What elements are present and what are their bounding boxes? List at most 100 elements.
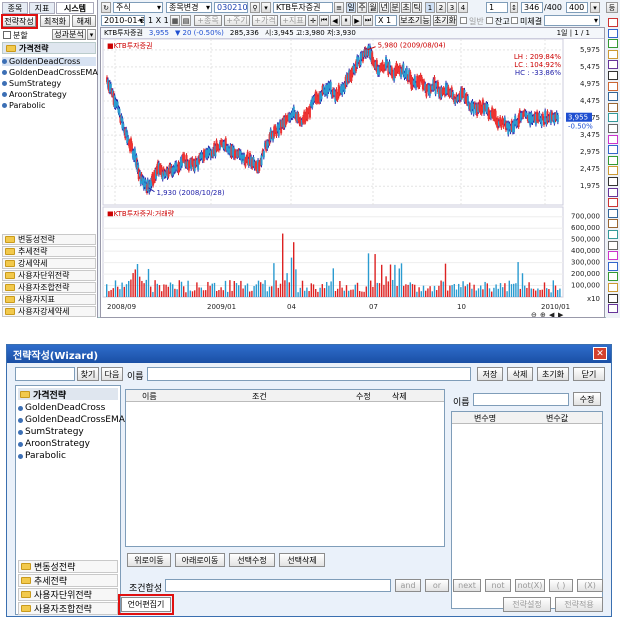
- strategy-item[interactable]: AroonStrategy: [18, 439, 90, 449]
- and-button[interactable]: and: [395, 579, 421, 592]
- group-trend[interactable]: 추세전략: [2, 246, 96, 257]
- drawing-tool-icon[interactable]: [608, 177, 618, 186]
- dropdown-icon[interactable]: ▾: [590, 2, 600, 13]
- list-icon[interactable]: ≡: [334, 2, 344, 13]
- performance-button[interactable]: 성과분석: [52, 29, 86, 40]
- menu-button[interactable]: 등: [606, 2, 618, 13]
- find-button[interactable]: 찾기: [77, 367, 99, 381]
- drawing-tool-icon[interactable]: [608, 208, 618, 218]
- drawing-tool-icon[interactable]: [608, 60, 618, 70]
- max-count-input[interactable]: 400: [566, 2, 588, 13]
- extra-select[interactable]: ▾: [544, 15, 600, 26]
- drawing-tool-icon[interactable]: [608, 124, 618, 133]
- interval-4-icon[interactable]: 4: [458, 2, 468, 13]
- period-year-button[interactable]: 년: [379, 2, 389, 13]
- drawing-tool-icon[interactable]: [608, 113, 618, 123]
- strategy-name-input[interactable]: [147, 367, 471, 381]
- drawing-tool-icon[interactable]: [608, 198, 618, 208]
- next-button[interactable]: 다음: [101, 367, 123, 381]
- chart-area[interactable]: KTB투자증권 3,955 ▼ 20 (-0.50%) 285,336 시:3,…: [100, 27, 605, 318]
- strategy-item[interactable]: AroonStrategy: [2, 90, 67, 99]
- split-checkbox[interactable]: [3, 31, 11, 39]
- tab-indicator[interactable]: 지표: [29, 2, 55, 14]
- tab-system[interactable]: 시스템: [56, 2, 94, 14]
- not-button[interactable]: not: [485, 579, 511, 592]
- spin-icon[interactable]: ↕: [510, 2, 518, 13]
- strategy-item[interactable]: SumStrategy: [18, 427, 84, 437]
- period-month-button[interactable]: 월: [368, 2, 378, 13]
- strategy-apply-button[interactable]: 전략적용: [555, 597, 603, 612]
- aux-function-button[interactable]: 보조기능: [399, 15, 431, 26]
- strategy-item[interactable]: GoldenDeadCross: [2, 57, 96, 66]
- next-icon[interactable]: ▶: [352, 15, 362, 26]
- close-icon[interactable]: ✕: [593, 347, 607, 360]
- market-select[interactable]: 주식 ▾: [113, 2, 163, 13]
- optimize-button[interactable]: 최적화: [40, 15, 70, 27]
- add-period-button[interactable]: +주기: [224, 15, 250, 26]
- period-day-button[interactable]: 일: [346, 2, 356, 13]
- interval-3-icon[interactable]: 3: [447, 2, 457, 13]
- drawing-tool-icon[interactable]: [608, 304, 618, 314]
- release-button[interactable]: 해제: [72, 15, 96, 27]
- strategy-item[interactable]: GoldenDeadCrossEMA: [2, 68, 98, 77]
- or-button[interactable]: or: [425, 579, 449, 592]
- period-tick-button[interactable]: 틱: [412, 2, 422, 13]
- reset-button[interactable]: 초기화: [433, 15, 457, 26]
- paren-x-button[interactable]: (X): [577, 579, 603, 592]
- balance-checkbox[interactable]: [486, 17, 493, 24]
- add-indicator-button[interactable]: +지표: [280, 15, 306, 26]
- group-volatility[interactable]: 변동성전략: [18, 560, 118, 573]
- change-stock-select[interactable]: 종목변경 ▾: [166, 2, 212, 13]
- group-trend[interactable]: 추세전략: [18, 574, 118, 587]
- paren-button[interactable]: ( ): [549, 579, 573, 592]
- strategy-item[interactable]: GoldenDeadCrossEMA: [18, 415, 125, 425]
- chart-svg[interactable]: 5,9755,4754,9754,4753,9753,4752,9752,475…: [101, 39, 604, 317]
- drawing-tool-icon[interactable]: [608, 240, 618, 250]
- price-strategy-group[interactable]: 가격전략: [18, 388, 118, 401]
- interval-input[interactable]: 1: [486, 2, 508, 13]
- delete-button[interactable]: 삭제: [507, 367, 533, 381]
- move-down-button[interactable]: 아래로이동: [175, 553, 225, 567]
- add-stock-button[interactable]: +종목: [194, 15, 222, 26]
- drawing-tool-icon[interactable]: [608, 134, 618, 144]
- prev-icon[interactable]: ◀: [330, 15, 340, 26]
- refresh-icon[interactable]: ↻: [101, 2, 111, 13]
- delete-selected-button[interactable]: 선택삭제: [279, 553, 325, 567]
- grid-icon[interactable]: ▦: [170, 15, 180, 26]
- strategy-item[interactable]: Parabolic: [2, 101, 45, 110]
- period-minute-button[interactable]: 분: [390, 2, 400, 13]
- interval-2-icon[interactable]: 2: [436, 2, 446, 13]
- group-user-unit[interactable]: 사용자단위전략: [2, 270, 96, 281]
- drawing-tool-icon[interactable]: [608, 272, 618, 282]
- cross-icon[interactable]: ✛: [308, 15, 318, 26]
- period-second-button[interactable]: 초: [401, 2, 411, 13]
- init-button[interactable]: 초기화: [537, 367, 569, 381]
- find-input[interactable]: [15, 367, 75, 381]
- drawing-tool-icon[interactable]: [608, 71, 618, 80]
- date-input[interactable]: 2010-01-21▾: [101, 15, 145, 26]
- drawing-tool-icon[interactable]: [608, 251, 618, 261]
- close-button[interactable]: 닫기: [573, 367, 605, 381]
- drawing-tool-icon[interactable]: [608, 49, 618, 59]
- unfilled-checkbox[interactable]: [511, 17, 518, 24]
- layout-icon[interactable]: ▤: [181, 15, 191, 26]
- var-name-input[interactable]: [473, 393, 569, 406]
- group-user-combo[interactable]: 사용자조합전략: [2, 282, 96, 293]
- not-x-button[interactable]: not(X): [515, 579, 545, 592]
- strategy-item[interactable]: Parabolic: [18, 451, 66, 461]
- drawing-tool-icon[interactable]: [608, 230, 618, 239]
- drawing-tool-icon[interactable]: [608, 155, 618, 165]
- drawing-tool-icon[interactable]: [608, 293, 618, 303]
- drawing-tool-icon[interactable]: [608, 102, 618, 112]
- drawing-tool-icon[interactable]: [608, 39, 618, 49]
- move-up-button[interactable]: 위로이동: [127, 553, 171, 567]
- count-input[interactable]: 346: [521, 2, 543, 13]
- zoom-select[interactable]: X 1: [375, 15, 397, 26]
- group-user-strength[interactable]: 사용자강세약세: [2, 306, 96, 317]
- strategy-setting-button[interactable]: 전략설정: [503, 597, 551, 612]
- next-logic-button[interactable]: next: [453, 579, 481, 592]
- strategy-item[interactable]: GoldenDeadCross: [18, 403, 105, 413]
- drawing-tool-icon[interactable]: [608, 187, 618, 197]
- dropdown-icon[interactable]: ▾: [261, 2, 271, 13]
- drawing-tool-icon[interactable]: [608, 18, 618, 27]
